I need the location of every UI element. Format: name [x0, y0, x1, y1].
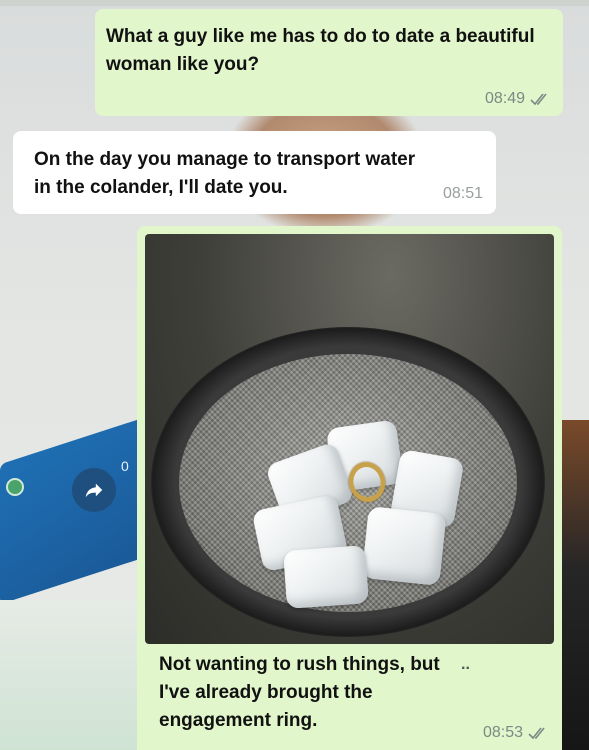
top-strip [0, 0, 589, 6]
message-photo[interactable] [145, 234, 554, 644]
message-outgoing-image[interactable]: Not wanting to rush things, but I've alr… [137, 226, 562, 750]
message-outgoing[interactable]: What a guy like me has to do to date a b… [95, 9, 563, 116]
background-photo-floor [0, 600, 150, 750]
message-meta: 08:49 [485, 90, 550, 108]
message-text: Not wanting to rush things, but I've alr… [159, 654, 440, 731]
ellipsis-mark: .. [461, 656, 470, 673]
background-photo-right [561, 420, 589, 750]
message-time: 08:51 [442, 185, 483, 202]
background-photo-blue-panel [0, 415, 150, 605]
double-check-icon [530, 92, 550, 106]
background-app-icon [6, 478, 24, 496]
double-check-icon [528, 726, 548, 740]
message-time: 08:53 [482, 724, 523, 741]
message-text: What a guy like me has to do to date a b… [106, 26, 535, 75]
message-text: On the day you manage to transport water… [34, 149, 416, 198]
ice-cube [361, 506, 447, 586]
message-incoming[interactable]: On the day you manage to transport water… [13, 131, 496, 214]
background-counter: 0 [121, 458, 129, 474]
message-meta: 08:53 [483, 724, 548, 742]
ice-cube [283, 545, 369, 609]
message-meta: 08:51 [443, 185, 483, 203]
forward-button[interactable] [72, 468, 116, 512]
message-time: 08:49 [484, 90, 525, 107]
forward-icon [85, 483, 103, 498]
